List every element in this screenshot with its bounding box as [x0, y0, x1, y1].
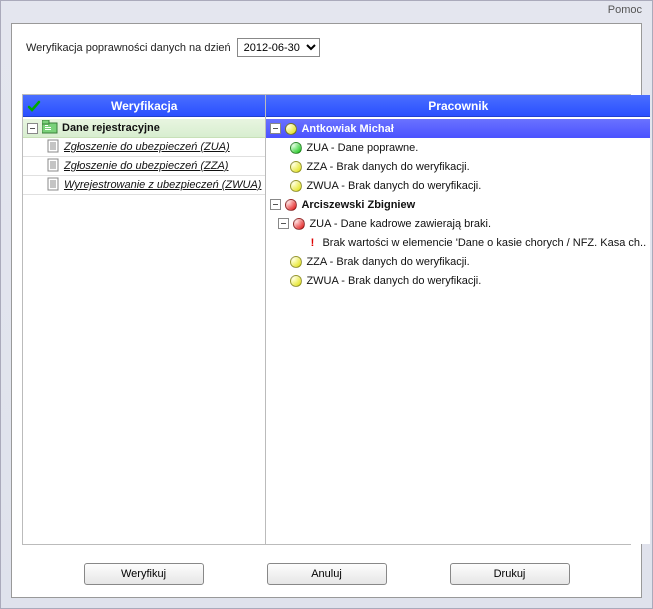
- status-red-icon: [293, 218, 305, 230]
- page-icon: [47, 139, 60, 156]
- tree-root-label: Dane rejestracyjne: [62, 122, 160, 134]
- status-text: ZZA - Brak danych do weryfikacji.: [306, 256, 469, 268]
- status-row[interactable]: ZWUA - Brak danych do weryfikacji.: [266, 176, 650, 195]
- status-text: ZZA - Brak danych do weryfikacji.: [306, 161, 469, 173]
- print-button[interactable]: Drukuj: [450, 563, 570, 585]
- collapse-icon[interactable]: [270, 199, 281, 210]
- page-icon: [47, 158, 60, 175]
- status-yellow-icon: [290, 161, 302, 173]
- status-text: ZWUA - Brak danych do weryfikacji.: [306, 275, 481, 287]
- status-text: ZUA - Dane kadrowe zawierają braki.: [309, 218, 491, 230]
- tree-item-label: Zgłoszenie do ubezpieczeń (ZUA): [64, 141, 230, 153]
- app-window: Pomoc Weryfikacja poprawności danych na …: [0, 0, 653, 609]
- button-row: Weryfikuj Anuluj Drukuj: [12, 563, 641, 585]
- status-yellow-icon: [290, 275, 302, 287]
- date-label: Weryfikacja poprawności danych na dzień: [26, 42, 231, 54]
- panels: Weryfikacja Dane rejestracyjne: [22, 94, 631, 545]
- status-row[interactable]: ZUA - Dane kadrowe zawierają braki.: [266, 214, 650, 233]
- page-icon: [47, 177, 60, 194]
- employee-name: Arciszewski Zbigniew: [301, 199, 415, 211]
- employee-name: Antkowiak Michał: [301, 123, 393, 135]
- date-row: Weryfikacja poprawności danych na dzień …: [12, 24, 641, 67]
- tree-item-zza[interactable]: Zgłoszenie do ubezpieczeń (ZZA): [23, 157, 265, 176]
- status-text: ZUA - Dane poprawne.: [306, 142, 418, 154]
- verification-header: Weryfikacja: [23, 95, 265, 117]
- tree-item-zwua[interactable]: Wyrejestrowanie z ubezpieczeń (ZWUA): [23, 176, 265, 195]
- status-green-icon: [290, 142, 302, 154]
- status-text: ZWUA - Brak danych do weryfikacji.: [306, 180, 481, 192]
- status-yellow-icon: [285, 123, 297, 135]
- tree-item-label: Zgłoszenie do ubezpieczeń (ZZA): [64, 160, 228, 172]
- help-menu[interactable]: Pomoc: [608, 4, 642, 16]
- employee-node-antkowiak[interactable]: Antkowiak Michał: [266, 119, 650, 138]
- titlebar: Pomoc: [1, 1, 652, 21]
- collapse-icon[interactable]: [278, 218, 289, 229]
- verification-panel: Weryfikacja Dane rejestracyjne: [23, 95, 266, 544]
- collapse-icon[interactable]: [27, 123, 38, 134]
- status-row[interactable]: ZUA - Dane poprawne.: [266, 138, 650, 157]
- verify-button[interactable]: Weryfikuj: [84, 563, 204, 585]
- verification-tree: Dane rejestracyjne Zgłoszenie do ubezpie…: [23, 117, 265, 544]
- employee-node-arciszewski[interactable]: Arciszewski Zbigniew: [266, 195, 650, 214]
- check-icon: [27, 99, 41, 113]
- employee-header: Pracownik: [266, 95, 650, 117]
- date-select[interactable]: 2012-06-30: [237, 38, 320, 57]
- tree-root-dane-rejestracyjne[interactable]: Dane rejestracyjne: [23, 119, 265, 138]
- status-yellow-icon: [290, 256, 302, 268]
- status-row[interactable]: ZWUA - Brak danych do weryfikacji.: [266, 271, 650, 290]
- employee-panel: Pracownik Antkowiak Michał ZUA - Dane po…: [266, 95, 650, 544]
- tree-item-label: Wyrejestrowanie z ubezpieczeń (ZWUA): [64, 179, 261, 191]
- verification-header-text: Weryfikacja: [111, 99, 178, 113]
- employee-tree: Antkowiak Michał ZUA - Dane poprawne. ZZ…: [266, 117, 650, 544]
- employee-header-text: Pracownik: [428, 99, 488, 113]
- status-yellow-icon: [290, 180, 302, 192]
- status-row[interactable]: ZZA - Brak danych do weryfikacji.: [266, 157, 650, 176]
- status-red-icon: [285, 199, 297, 211]
- error-detail-text: Brak wartości w elemencie 'Dane o kasie …: [322, 237, 646, 249]
- cancel-button[interactable]: Anuluj: [267, 563, 387, 585]
- folder-icon: [42, 120, 58, 137]
- content-pane: Weryfikacja poprawności danych na dzień …: [11, 23, 642, 598]
- status-row[interactable]: ZZA - Brak danych do weryfikacji.: [266, 252, 650, 271]
- error-detail-row[interactable]: ! Brak wartości w elemencie 'Dane o kasi…: [266, 233, 650, 252]
- tree-item-zua[interactable]: Zgłoszenie do ubezpieczeń (ZUA): [23, 138, 265, 157]
- collapse-icon[interactable]: [270, 123, 281, 134]
- exclamation-icon: !: [306, 237, 318, 249]
